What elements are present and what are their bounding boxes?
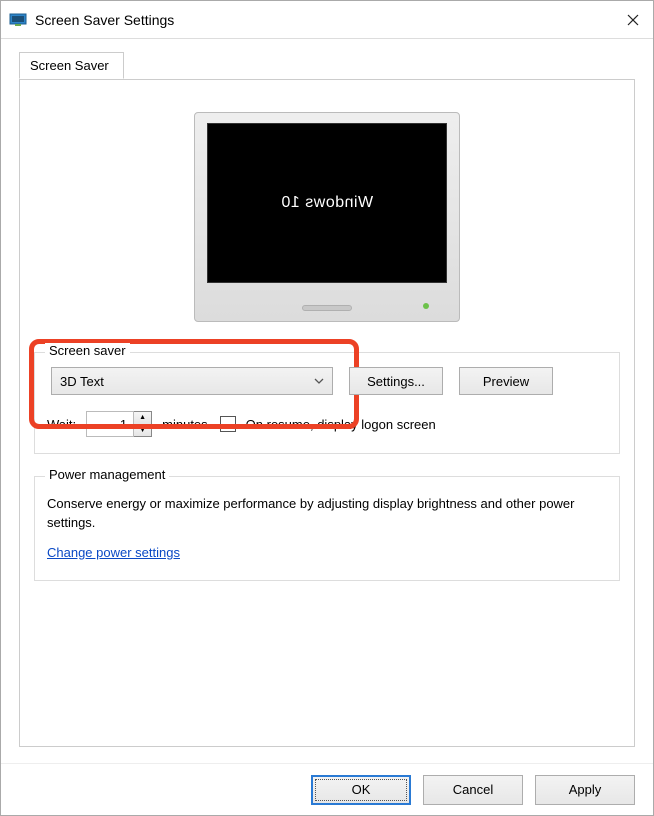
screensaver-settings-window: Screen Saver Settings Screen Saver Windo… — [0, 0, 654, 816]
wait-unit: minutes — [162, 417, 208, 432]
wait-label: Wait: — [47, 417, 76, 432]
window-title: Screen Saver Settings — [35, 12, 613, 28]
wait-row: Wait: ▲ ▼ minutes On resume, display log… — [47, 411, 607, 437]
power-group: Power management Conserve energy or maxi… — [34, 476, 620, 581]
screensaver-group-label: Screen saver — [45, 343, 130, 358]
power-group-label: Power management — [45, 467, 169, 482]
monitor-led — [423, 303, 429, 309]
change-power-settings-link[interactable]: Change power settings — [47, 545, 180, 560]
spinner-down[interactable]: ▼ — [134, 425, 151, 437]
screensaver-row: 3D Text Settings... Preview — [47, 367, 607, 395]
tabstrip: Screen Saver — [19, 51, 635, 79]
screensaver-group: Screen saver 3D Text Settings... Preview… — [34, 352, 620, 454]
chevron-down-icon — [314, 376, 324, 387]
ok-button[interactable]: OK — [311, 775, 411, 805]
preview-button[interactable]: Preview — [459, 367, 553, 395]
spinner-up[interactable]: ▲ — [134, 412, 151, 425]
preview-area: Windows 10 — [34, 94, 620, 334]
monitor-icon — [9, 11, 27, 29]
preview-text: Windows 10 — [281, 194, 373, 212]
preview-monitor: Windows 10 — [194, 112, 460, 322]
screensaver-selected-value: 3D Text — [60, 374, 314, 389]
wait-input[interactable] — [86, 411, 134, 437]
dialog-footer: OK Cancel Apply — [1, 763, 653, 815]
tab-panel: Windows 10 Screen saver 3D Text — [19, 79, 635, 747]
preview-screen: Windows 10 — [207, 123, 447, 283]
titlebar: Screen Saver Settings — [1, 1, 653, 39]
wait-spinner: ▲ ▼ — [86, 411, 152, 437]
tab-screensaver[interactable]: Screen Saver — [19, 52, 124, 79]
settings-button[interactable]: Settings... — [349, 367, 443, 395]
resume-checkbox-wrap[interactable]: On resume, display logon screen — [220, 416, 436, 432]
resume-checkbox[interactable] — [220, 416, 236, 432]
cancel-button[interactable]: Cancel — [423, 775, 523, 805]
apply-button[interactable]: Apply — [535, 775, 635, 805]
content-area: Screen Saver Windows 10 Screen saver 3D … — [1, 39, 653, 763]
screensaver-select[interactable]: 3D Text — [51, 367, 333, 395]
close-button[interactable] — [613, 1, 653, 39]
resume-label: On resume, display logon screen — [246, 417, 436, 432]
power-description: Conserve energy or maximize performance … — [47, 495, 607, 533]
monitor-button — [302, 305, 352, 311]
